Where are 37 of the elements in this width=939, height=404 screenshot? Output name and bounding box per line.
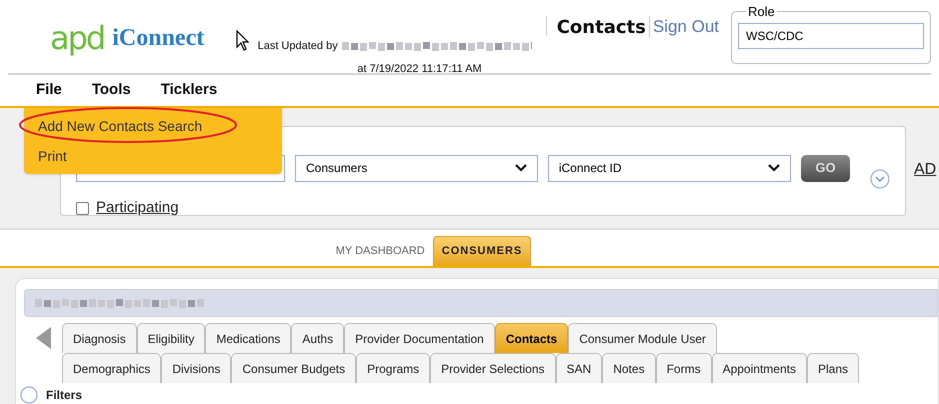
main-tab[interactable]: CONSUMERS [432,236,532,266]
record-tab[interactable]: Auths [291,323,344,353]
record-tab[interactable]: Demographics [62,353,162,383]
menu-item[interactable]: File [36,79,62,102]
menu-option[interactable]: Print [24,146,67,166]
filters-label: Filters [46,389,82,401]
record-tab[interactable]: Eligibility [136,323,206,353]
page-title: Contacts [556,16,646,40]
last-updated-label: Last Updated by [258,39,338,54]
record-tab[interactable]: Diagnosis [62,323,137,353]
record-tab[interactable]: Contacts [494,323,568,353]
record-tab[interactable]: Consumer Budgets [231,353,356,383]
record-tab[interactable]: Consumer Module User [568,323,717,353]
sign-out-link[interactable]: Sign Out [652,14,719,40]
participating-link[interactable]: Participating [96,197,179,220]
logo-text: iConnect [112,24,204,52]
search-field-select[interactable]: iConnect ID [548,154,791,182]
main-tab[interactable]: MY DASHBOARD [328,236,433,266]
search-type-select[interactable]: Consumers [295,154,538,182]
role-select[interactable]: WSC/CDC [738,22,924,48]
record-tab[interactable]: SAN [556,353,602,383]
record-tab[interactable]: Appointments [712,353,807,383]
menu-item[interactable]: Tools [92,79,131,102]
record-tab[interactable]: Divisions [161,353,232,383]
record-tab[interactable]: Provider Selections [430,353,556,383]
menu-item[interactable]: Ticklers [160,79,218,102]
record-tab[interactable]: Forms [656,353,712,383]
advanced-link[interactable]: AD [914,158,936,182]
record-tab[interactable]: Medications [205,323,292,353]
record-tab[interactable]: Plans [806,353,859,383]
role-legend: Role [746,2,777,22]
record-tab[interactable]: Programs [356,353,430,383]
record-tab[interactable]: Provider Documentation [344,323,495,353]
last-updated-time: at 7/19/2022 11:17:11 AM [357,62,482,76]
record-tab[interactable]: Notes [602,353,656,383]
logo-mark: apd [50,22,104,54]
go-button[interactable]: GO [800,154,850,182]
